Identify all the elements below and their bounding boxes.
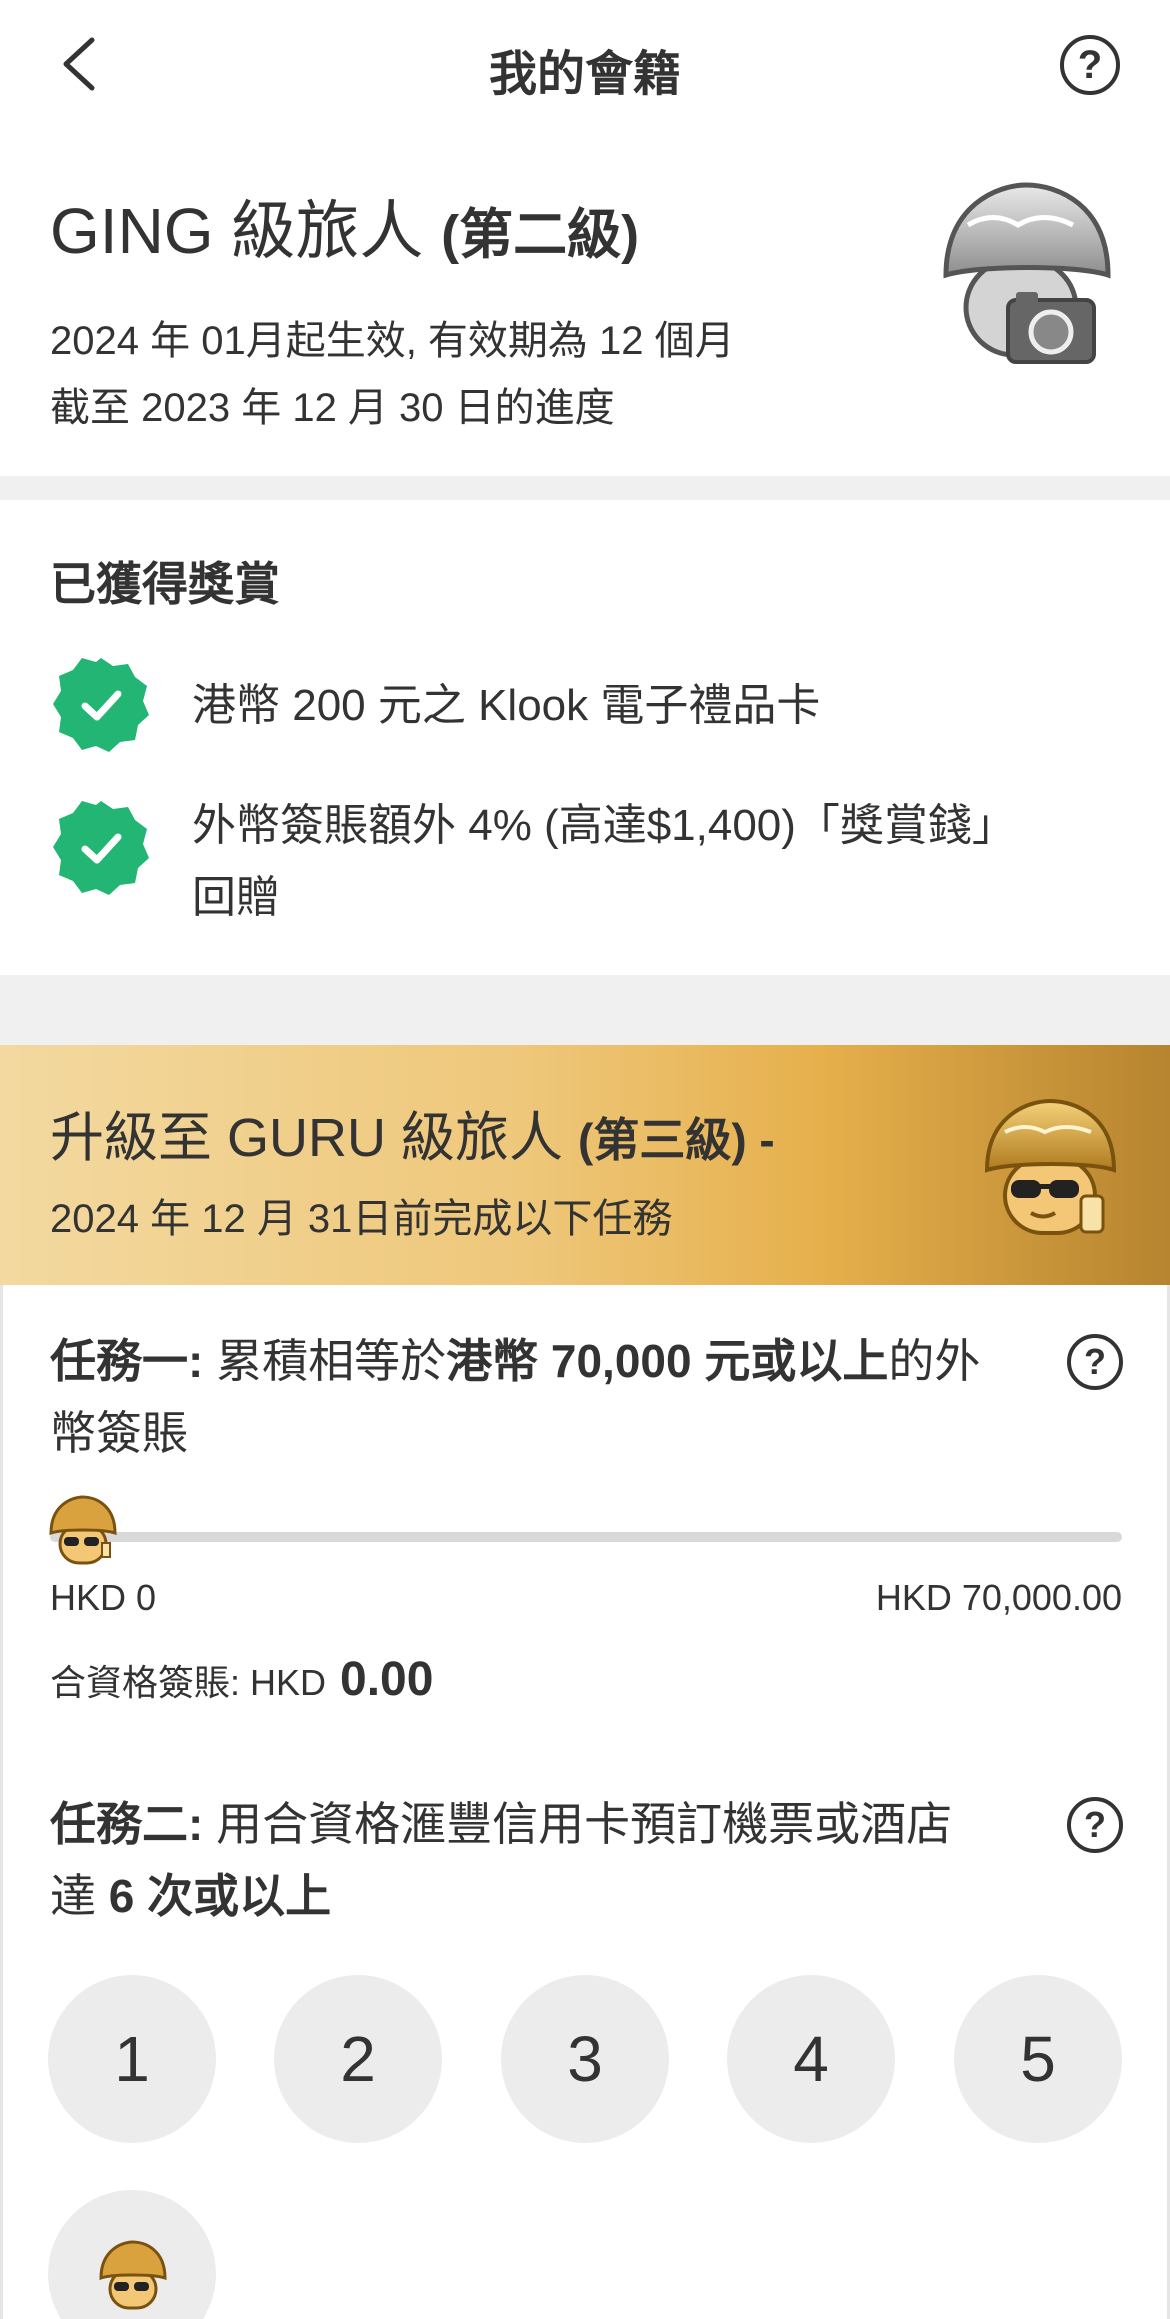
rewards-title: 已獲得獎賞 [50, 558, 280, 610]
tier-progress-date: 截至 2023 年 12 月 30 日的進度 [50, 386, 615, 430]
section-divider [0, 476, 1170, 500]
task2-description: 任務二: 用合資格滙豐信用卡預訂機票或酒店 達 6 次或以上 [50, 1788, 1040, 1932]
task1-label: 任務一: [50, 1335, 204, 1387]
task1-description: 任務一: 累積相等於港幣 70,000 元或以上的外 幣簽賬 [50, 1325, 1040, 1469]
task2-step-2: 2 [274, 1975, 442, 2143]
reward-item-rebate: 外幣簽賬額外 4% (高達$1,400)「獎賞錢」 回贈 [192, 790, 1122, 934]
silver-mushroom-mascot-icon [943, 182, 1111, 364]
top-nav-bar: 我的會籍 ? [0, 0, 1170, 135]
task1-max-label: HKD 70,000.00 [875, 1577, 1122, 1618]
task2-text-a: 用合資格滙豐信用卡預訂機票或酒店 [203, 1798, 953, 1850]
upgrade-title: 升級至 GURU 級旅人 (第三級) - [50, 1093, 775, 1172]
task1-amount: 合資格簽賬: HKD 0.00 [50, 1652, 433, 1707]
task2-step-4: 4 [727, 1975, 895, 2143]
upgrade-deadline: 2024 年 12 月 31日前完成以下任務 [50, 1197, 673, 1241]
gold-mushroom-mascot-icon [984, 1098, 1117, 1235]
task1-text-bold: 港幣 70,000 元或以上 [446, 1335, 889, 1387]
help-icon[interactable]: ? [1060, 35, 1120, 95]
section-divider [0, 975, 1170, 1045]
task1-min-label: HKD 0 [50, 1577, 157, 1618]
step-mascot-icon [99, 2240, 167, 2310]
task1-line2: 幣簽賬 [50, 1407, 188, 1459]
tier-level: (第二級) [441, 205, 640, 265]
task2-step-5: 5 [954, 1975, 1122, 2143]
upgrade-tier-name: 升級至 GURU 級旅人 [50, 1108, 563, 1168]
task1-text-b: 的外 [888, 1335, 981, 1387]
page-title: 我的會籍 [488, 48, 681, 101]
task2-line2-a: 達 [50, 1870, 109, 1922]
reward-rebate-line1: 外幣簽賬額外 4% (高達$1,400)「獎賞錢」 [192, 801, 1016, 850]
task2-line1: 任務二: 用合資格滙豐信用卡預訂機票或酒店 [50, 1788, 1040, 1860]
task1-amount-value: 0.00 [340, 1653, 434, 1706]
tier-name: GING 級旅人 [50, 195, 424, 267]
task1-progress-track [50, 1532, 1122, 1542]
reward-item-giftcard: 港幣 200 元之 Klook 電子禮品卡 [192, 681, 821, 730]
task2-line2: 達 6 次或以上 [50, 1860, 1040, 1932]
task2-help-icon[interactable]: ? [1067, 1797, 1123, 1853]
check-badge-icon [53, 658, 149, 752]
reward-rebate-line2: 回贈 [192, 873, 280, 922]
tier-title: GING 級旅人 (第二級) [50, 180, 639, 272]
task2-step-1: 1 [48, 1975, 216, 2143]
task1-help-icon[interactable]: ? [1067, 1334, 1123, 1390]
task1-line1: 任務一: 累積相等於港幣 70,000 元或以上的外 [50, 1325, 1040, 1397]
task1-text-a: 累積相等於 [203, 1335, 447, 1387]
task1-amount-label: 合資格簽賬: HKD [50, 1662, 327, 1703]
task2-line2-bold: 6 次或以上 [108, 1870, 332, 1922]
upgrade-tier-level: (第三級) - [578, 1114, 775, 1166]
task2-step-3: 3 [501, 1975, 669, 2143]
task2-label: 任務二: [50, 1798, 204, 1850]
check-badge-icon [53, 801, 149, 895]
tier-effective: 2024 年 01月起生效, 有效期為 12 個月 [50, 319, 735, 363]
progress-mascot-icon [49, 1495, 117, 1565]
